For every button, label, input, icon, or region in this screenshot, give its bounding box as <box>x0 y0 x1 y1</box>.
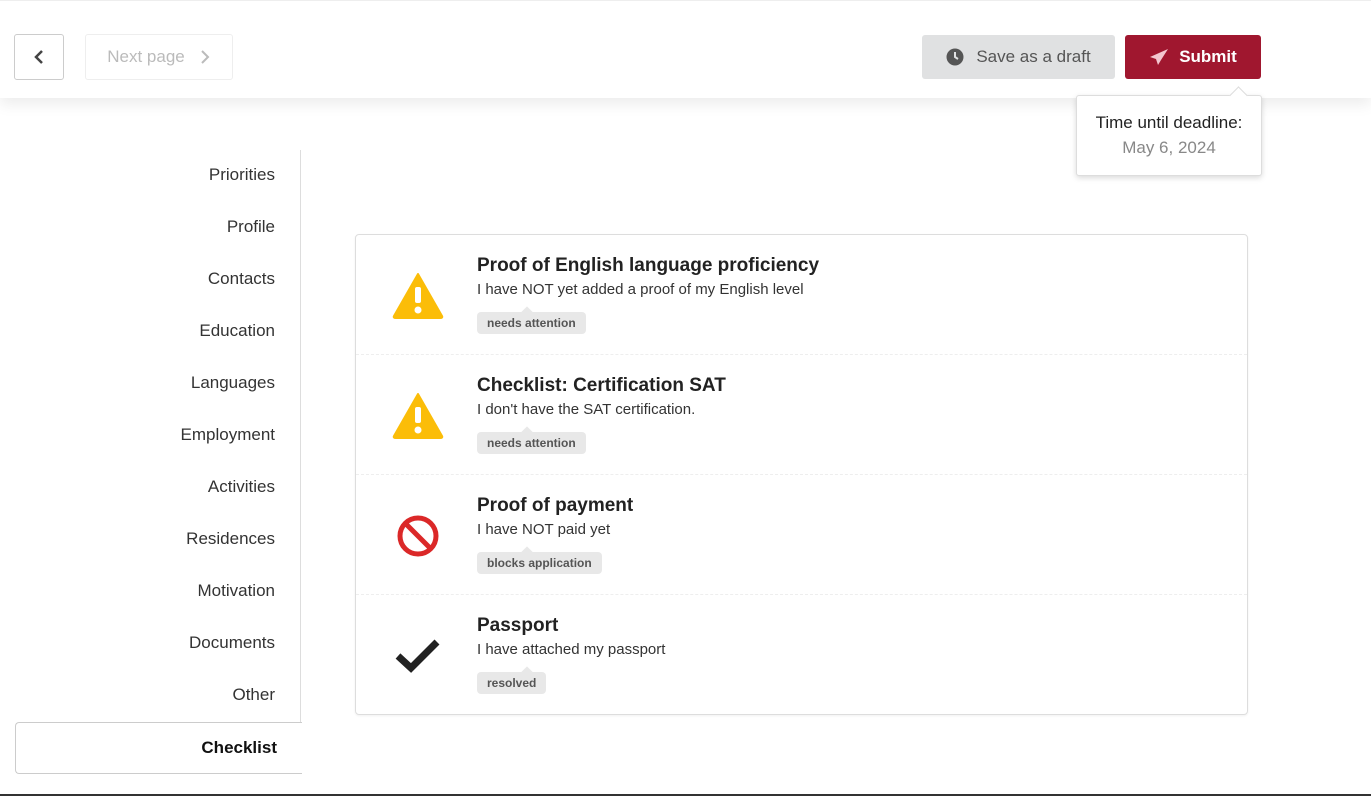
sidebar-item-activities[interactable]: Activities <box>15 461 275 513</box>
sidebar-item-profile[interactable]: Profile <box>15 201 275 253</box>
checklist-item[interactable]: Proof of English language proficiency I h… <box>356 235 1247 355</box>
sidebar-item-contacts[interactable]: Contacts <box>15 253 275 305</box>
warning-icon <box>392 270 444 322</box>
chevron-left-icon <box>34 50 43 64</box>
save-draft-label: Save as a draft <box>976 47 1091 66</box>
checklist-card: Proof of English language proficiency I h… <box>355 234 1248 715</box>
back-button[interactable] <box>14 34 64 80</box>
sidebar-item-other[interactable]: Other <box>15 669 275 721</box>
next-page-button[interactable]: Next page <box>85 34 233 80</box>
status-badge: resolved <box>477 672 547 694</box>
sidebar-item-residences[interactable]: Residences <box>15 513 275 565</box>
deadline-date: May 6, 2024 <box>1122 138 1216 157</box>
sidebar-item-education[interactable]: Education <box>15 305 275 357</box>
sidebar-item-motivation[interactable]: Motivation <box>15 565 275 617</box>
deadline-label: Time until deadline: <box>1095 113 1243 132</box>
item-title: Proof of English language proficiency <box>477 255 820 276</box>
sidebar-item-documents[interactable]: Documents <box>15 617 275 669</box>
sidebar-item-priorities[interactable]: Priorities <box>15 149 275 201</box>
item-description: I have NOT paid yet <box>477 521 611 538</box>
status-badge: needs attention <box>477 432 586 454</box>
deadline-tooltip: Time until deadline: May 6, 2024 <box>1076 95 1262 176</box>
item-title: Proof of payment <box>477 495 634 516</box>
item-description: I have attached my passport <box>477 641 666 658</box>
check-icon <box>392 630 444 682</box>
item-title: Checklist: Certification SAT <box>477 375 726 396</box>
item-title: Passport <box>477 615 559 636</box>
warning-icon <box>392 390 444 442</box>
submit-button[interactable]: Submit <box>1125 35 1261 79</box>
status-badge: blocks application <box>477 552 602 574</box>
sidebar-nav: Priorities Profile Contacts Education Langua… <box>0 150 301 722</box>
checklist-item[interactable]: Passport I have attached my passport resol… <box>356 595 1247 715</box>
next-page-label: Next page <box>107 47 185 66</box>
checklist-item[interactable]: Checklist: Certification SAT I don't have… <box>356 355 1247 475</box>
paper-plane-icon <box>1150 49 1169 65</box>
ban-icon <box>392 510 444 562</box>
checklist-item[interactable]: Proof of payment I have NOT paid yet block… <box>356 475 1247 595</box>
sidebar-item-languages[interactable]: Languages <box>15 357 275 409</box>
item-description: I have NOT yet added a proof of my Engli… <box>477 281 804 298</box>
chevron-right-icon <box>201 50 210 64</box>
sidebar-item-employment[interactable]: Employment <box>15 409 275 461</box>
status-badge: needs attention <box>477 312 586 334</box>
clock-icon <box>946 48 964 66</box>
sidebar-item-checklist[interactable]: Checklist <box>15 722 302 774</box>
save-draft-button[interactable]: Save as a draft <box>922 35 1115 79</box>
item-description: I don't have the SAT certification. <box>477 401 696 418</box>
submit-label: Submit <box>1179 47 1237 66</box>
